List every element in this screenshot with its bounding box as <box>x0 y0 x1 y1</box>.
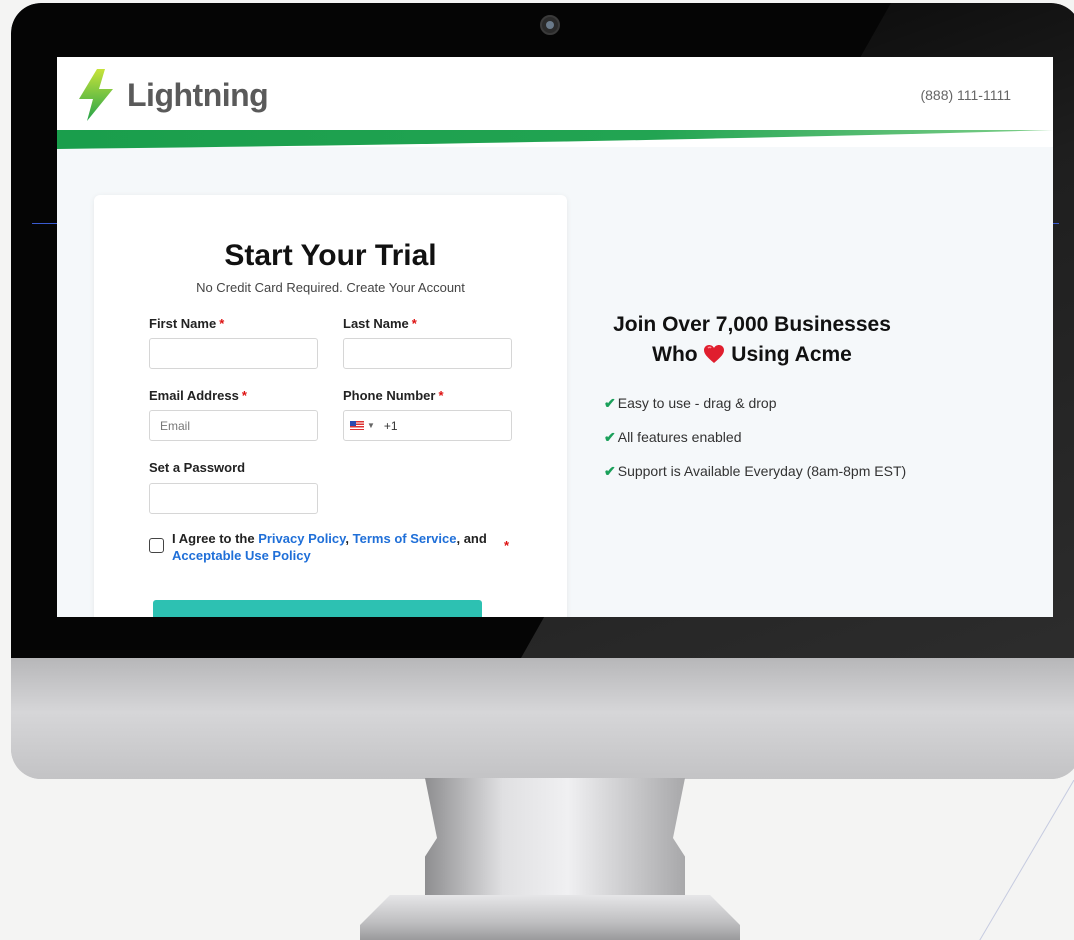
chevron-down-icon[interactable]: ▼ <box>367 421 375 430</box>
first-name-label: First Name * <box>149 316 225 331</box>
checkmark-icon: ✔ <box>604 395 616 411</box>
monitor-stand <box>425 778 685 903</box>
checkmark-icon: ✔ <box>604 429 616 445</box>
list-item: ✔ All features enabled <box>604 429 742 445</box>
required-mark: * <box>438 388 444 403</box>
last-name-label: Last Name * <box>343 316 417 331</box>
privacy-policy-link[interactable]: Privacy Policy <box>258 531 345 546</box>
phone-dial-code: +1 <box>383 418 398 433</box>
required-mark: * <box>411 316 417 331</box>
divider-right <box>1053 223 1059 224</box>
header-phone[interactable]: (888) 111-1111 <box>920 87 1011 103</box>
submit-button[interactable] <box>153 600 482 617</box>
terms-text: I Agree to the Privacy Policy, Terms of … <box>172 531 487 563</box>
required-mark: * <box>219 316 225 331</box>
background-line <box>979 780 1074 940</box>
brand-logo[interactable]: Lightning <box>73 67 269 123</box>
list-item: ✔ Support is Available Everyday (8am-8pm … <box>604 463 907 479</box>
required-mark: * <box>504 538 510 553</box>
heart-icon <box>704 345 725 363</box>
email-field[interactable] <box>149 410 318 441</box>
terms-of-service-link[interactable]: Terms of Service <box>353 531 457 546</box>
email-label: Email Address * <box>149 388 247 403</box>
first-name-field[interactable] <box>149 338 318 369</box>
camera-icon <box>540 15 560 35</box>
phone-label: Phone Number * <box>343 388 444 403</box>
form-title: Start Your Trial <box>224 239 437 272</box>
form-subtitle: No Credit Card Required. Create Your Acc… <box>196 280 465 295</box>
password-field[interactable] <box>149 483 318 514</box>
brand-name: Lightning <box>127 76 269 113</box>
signup-form-card: Start Your Trial No Credit Card Required… <box>94 195 567 617</box>
required-mark: * <box>241 388 247 403</box>
checkmark-icon: ✔ <box>604 463 616 479</box>
monitor-stand-base <box>360 895 740 940</box>
us-flag-icon[interactable] <box>350 421 364 430</box>
phone-field[interactable]: ▼ +1 <box>343 410 512 441</box>
divider-left <box>32 223 57 224</box>
terms-checkbox[interactable] <box>149 538 164 553</box>
lightning-bolt-icon <box>79 69 113 121</box>
list-item: ✔ Easy to use - drag & drop <box>604 395 777 411</box>
monitor-chin <box>11 658 1074 779</box>
feature-list: ✔ Easy to use - drag & drop ✔ All features… <box>604 395 906 497</box>
website-screen: Lightning (888) 111-1111 Start Your Tria… <box>57 57 1053 617</box>
last-name-field[interactable] <box>343 338 512 369</box>
password-label: Set a Password <box>149 460 246 475</box>
promo-heading: Join Over 7,000 Businesses Who Using Acm… <box>613 313 891 366</box>
header-accent-band <box>57 130 1053 149</box>
acceptable-use-policy-link[interactable]: Acceptable Use Policy <box>172 548 311 563</box>
